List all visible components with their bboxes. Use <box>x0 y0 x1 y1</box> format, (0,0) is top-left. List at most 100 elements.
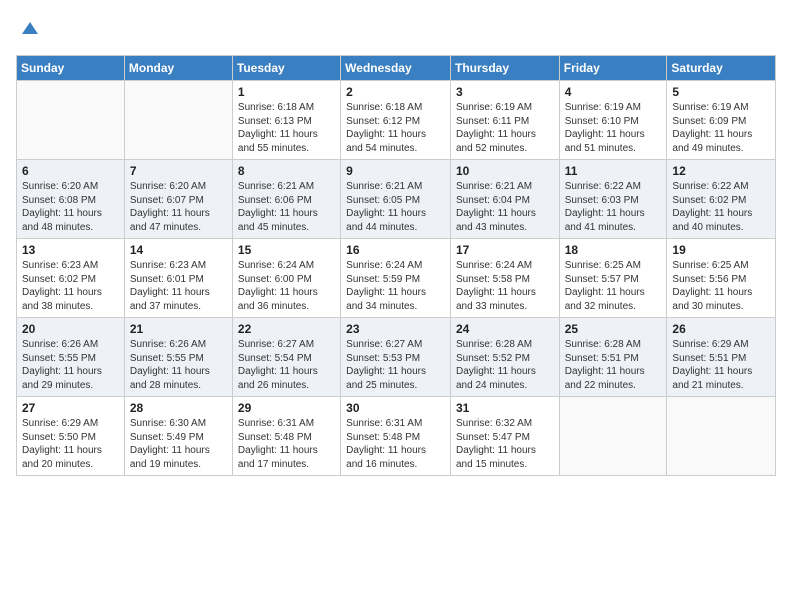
calendar-cell: 16 Sunrise: 6:24 AM Sunset: 5:59 PM Dayli… <box>341 239 451 318</box>
day-number: 25 <box>565 322 662 336</box>
day-number: 30 <box>346 401 445 415</box>
day-number: 27 <box>22 401 119 415</box>
day-info: Sunrise: 6:21 AM Sunset: 6:04 PM Dayligh… <box>456 180 554 234</box>
day-info: Sunrise: 6:31 AM Sunset: 5:48 PM Dayligh… <box>238 417 335 471</box>
calendar-cell: 12 Sunrise: 6:22 AM Sunset: 6:02 PM Dayli… <box>667 160 776 239</box>
day-number: 12 <box>672 164 770 178</box>
day-number: 5 <box>672 85 770 99</box>
day-info: Sunrise: 6:24 AM Sunset: 6:00 PM Dayligh… <box>238 259 335 313</box>
calendar-cell <box>667 397 776 476</box>
day-of-week-header: Monday <box>124 56 232 81</box>
calendar-cell: 4 Sunrise: 6:19 AM Sunset: 6:10 PM Daylig… <box>559 81 667 160</box>
calendar-cell: 15 Sunrise: 6:24 AM Sunset: 6:00 PM Dayli… <box>232 239 340 318</box>
day-info: Sunrise: 6:24 AM Sunset: 5:59 PM Dayligh… <box>346 259 445 313</box>
day-info: Sunrise: 6:23 AM Sunset: 6:02 PM Dayligh… <box>22 259 119 313</box>
day-number: 4 <box>565 85 662 99</box>
day-number: 23 <box>346 322 445 336</box>
calendar-cell: 2 Sunrise: 6:18 AM Sunset: 6:12 PM Daylig… <box>341 81 451 160</box>
day-number: 7 <box>130 164 227 178</box>
calendar-cell: 3 Sunrise: 6:19 AM Sunset: 6:11 PM Daylig… <box>450 81 559 160</box>
day-info: Sunrise: 6:19 AM Sunset: 6:10 PM Dayligh… <box>565 101 662 155</box>
day-info: Sunrise: 6:22 AM Sunset: 6:03 PM Dayligh… <box>565 180 662 234</box>
day-number: 18 <box>565 243 662 257</box>
calendar-week-row: 13 Sunrise: 6:23 AM Sunset: 6:02 PM Dayli… <box>17 239 776 318</box>
day-of-week-header: Thursday <box>450 56 559 81</box>
day-of-week-header: Friday <box>559 56 667 81</box>
day-info: Sunrise: 6:18 AM Sunset: 6:12 PM Dayligh… <box>346 101 445 155</box>
calendar-cell: 19 Sunrise: 6:25 AM Sunset: 5:56 PM Dayli… <box>667 239 776 318</box>
calendar-cell: 28 Sunrise: 6:30 AM Sunset: 5:49 PM Dayli… <box>124 397 232 476</box>
day-info: Sunrise: 6:19 AM Sunset: 6:11 PM Dayligh… <box>456 101 554 155</box>
day-info: Sunrise: 6:23 AM Sunset: 6:01 PM Dayligh… <box>130 259 227 313</box>
day-info: Sunrise: 6:20 AM Sunset: 6:07 PM Dayligh… <box>130 180 227 234</box>
day-info: Sunrise: 6:28 AM Sunset: 5:51 PM Dayligh… <box>565 338 662 392</box>
day-info: Sunrise: 6:20 AM Sunset: 6:08 PM Dayligh… <box>22 180 119 234</box>
day-of-week-header: Tuesday <box>232 56 340 81</box>
day-number: 10 <box>456 164 554 178</box>
calendar-cell: 31Sunrise: 6:32 AM Sunset: 5:47 PM Dayli… <box>450 397 559 476</box>
day-info: Sunrise: 6:18 AM Sunset: 6:13 PM Dayligh… <box>238 101 335 155</box>
day-info: Sunrise: 6:29 AM Sunset: 5:51 PM Dayligh… <box>672 338 770 392</box>
day-number: 26 <box>672 322 770 336</box>
calendar-cell: 13 Sunrise: 6:23 AM Sunset: 6:02 PM Dayli… <box>17 239 125 318</box>
day-info: Sunrise: 6:32 AM Sunset: 5:47 PM Dayligh… <box>456 417 554 471</box>
day-info: Sunrise: 6:19 AM Sunset: 6:09 PM Dayligh… <box>672 101 770 155</box>
day-number: 29 <box>238 401 335 415</box>
calendar-cell: 7 Sunrise: 6:20 AM Sunset: 6:07 PM Daylig… <box>124 160 232 239</box>
calendar-week-row: 1 Sunrise: 6:18 AM Sunset: 6:13 PM Daylig… <box>17 81 776 160</box>
day-number: 11 <box>565 164 662 178</box>
day-number: 13 <box>22 243 119 257</box>
calendar-cell: 26 Sunrise: 6:29 AM Sunset: 5:51 PM Dayli… <box>667 318 776 397</box>
calendar-cell: 23Sunrise: 6:27 AM Sunset: 5:53 PM Dayli… <box>341 318 451 397</box>
calendar-cell <box>17 81 125 160</box>
day-number: 3 <box>456 85 554 99</box>
calendar-cell: 29 Sunrise: 6:31 AM Sunset: 5:48 PM Dayli… <box>232 397 340 476</box>
calendar-cell: 30Sunrise: 6:31 AM Sunset: 5:48 PM Dayli… <box>341 397 451 476</box>
day-number: 20 <box>22 322 119 336</box>
calendar-cell: 20Sunrise: 6:26 AM Sunset: 5:55 PM Dayli… <box>17 318 125 397</box>
calendar-cell: 9 Sunrise: 6:21 AM Sunset: 6:05 PM Daylig… <box>341 160 451 239</box>
day-number: 2 <box>346 85 445 99</box>
day-number: 28 <box>130 401 227 415</box>
calendar-cell: 11 Sunrise: 6:22 AM Sunset: 6:03 PM Dayli… <box>559 160 667 239</box>
logo-icon <box>18 16 42 40</box>
day-number: 14 <box>130 243 227 257</box>
calendar-cell: 6 Sunrise: 6:20 AM Sunset: 6:08 PM Daylig… <box>17 160 125 239</box>
calendar-cell: 14 Sunrise: 6:23 AM Sunset: 6:01 PM Dayli… <box>124 239 232 318</box>
day-info: Sunrise: 6:30 AM Sunset: 5:49 PM Dayligh… <box>130 417 227 471</box>
calendar-cell: 25 Sunrise: 6:28 AM Sunset: 5:51 PM Dayli… <box>559 318 667 397</box>
calendar-cell: 1 Sunrise: 6:18 AM Sunset: 6:13 PM Daylig… <box>232 81 340 160</box>
calendar-cell: 8 Sunrise: 6:21 AM Sunset: 6:06 PM Daylig… <box>232 160 340 239</box>
day-info: Sunrise: 6:25 AM Sunset: 5:56 PM Dayligh… <box>672 259 770 313</box>
calendar-cell: 22Sunrise: 6:27 AM Sunset: 5:54 PM Dayli… <box>232 318 340 397</box>
day-of-week-header: Saturday <box>667 56 776 81</box>
day-info: Sunrise: 6:26 AM Sunset: 5:55 PM Dayligh… <box>130 338 227 392</box>
day-info: Sunrise: 6:22 AM Sunset: 6:02 PM Dayligh… <box>672 180 770 234</box>
day-info: Sunrise: 6:24 AM Sunset: 5:58 PM Dayligh… <box>456 259 554 313</box>
calendar-cell <box>124 81 232 160</box>
day-info: Sunrise: 6:27 AM Sunset: 5:54 PM Dayligh… <box>238 338 335 392</box>
day-number: 16 <box>346 243 445 257</box>
day-info: Sunrise: 6:29 AM Sunset: 5:50 PM Dayligh… <box>22 417 119 471</box>
day-of-week-header: Sunday <box>17 56 125 81</box>
day-info: Sunrise: 6:21 AM Sunset: 6:06 PM Dayligh… <box>238 180 335 234</box>
day-number: 15 <box>238 243 335 257</box>
day-number: 17 <box>456 243 554 257</box>
day-number: 1 <box>238 85 335 99</box>
calendar-week-row: 6 Sunrise: 6:20 AM Sunset: 6:08 PM Daylig… <box>17 160 776 239</box>
calendar-table: SundayMondayTuesdayWednesdayThursdayFrid… <box>16 55 776 476</box>
day-number: 6 <box>22 164 119 178</box>
logo <box>16 16 42 45</box>
calendar-cell: 18Sunrise: 6:25 AM Sunset: 5:57 PM Dayli… <box>559 239 667 318</box>
day-info: Sunrise: 6:21 AM Sunset: 6:05 PM Dayligh… <box>346 180 445 234</box>
calendar-header-row: SundayMondayTuesdayWednesdayThursdayFrid… <box>17 56 776 81</box>
calendar-week-row: 27 Sunrise: 6:29 AM Sunset: 5:50 PM Dayli… <box>17 397 776 476</box>
day-number: 8 <box>238 164 335 178</box>
calendar-week-row: 20 Sunrise: 6:26 AM Sunset: 5:55 PM Dayli… <box>17 318 776 397</box>
day-number: 9 <box>346 164 445 178</box>
calendar-cell: 24Sunrise: 6:28 AM Sunset: 5:52 PM Dayli… <box>450 318 559 397</box>
day-info: Sunrise: 6:28 AM Sunset: 5:52 PM Dayligh… <box>456 338 554 392</box>
calendar-cell: 5 Sunrise: 6:19 AM Sunset: 6:09 PM Daylig… <box>667 81 776 160</box>
day-number: 19 <box>672 243 770 257</box>
page-header <box>16 16 776 45</box>
